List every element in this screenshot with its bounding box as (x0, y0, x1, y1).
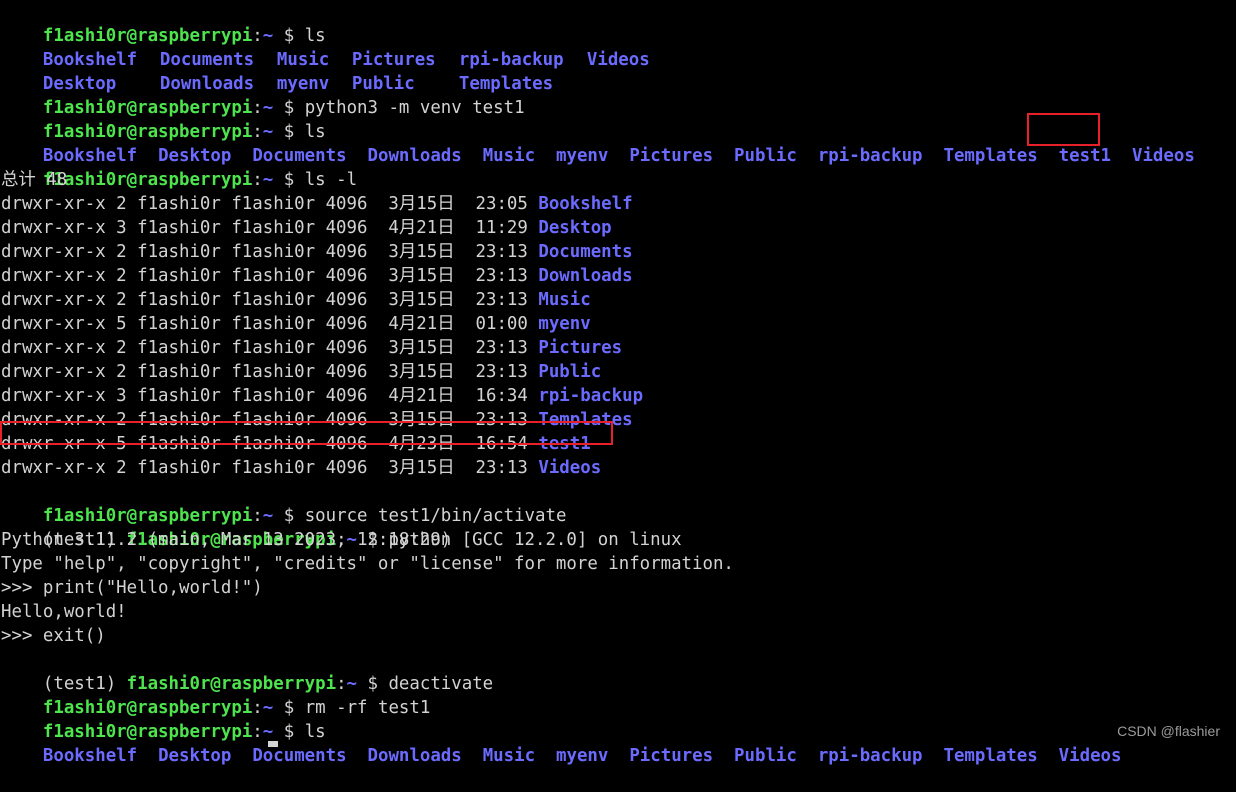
prompt-line: f1ashi0r@raspberrypi:~ $ ls (1, 696, 1235, 742)
file-meta: drwxr-xr-x 2 f1ashi0r f1ashi0r 4096 3月15… (1, 194, 539, 214)
ls-long-row-test1: drwxr-xr-x 5 f1ashi0r f1ashi0r 4096 4月23… (0, 421, 1235, 456)
ls-long-row: drwxr-xr-x 2 f1ashi0r f1ashi0r 4096 3月15… (1, 456, 1235, 480)
watermark: CSDN @flashier (1117, 723, 1220, 739)
text-cursor (268, 741, 278, 747)
highlight-box (0, 421, 613, 445)
dir-entry: Downloads (367, 746, 462, 766)
file-meta: drwxr-xr-x 2 f1ashi0r f1ashi0r 4096 3月15… (1, 458, 539, 478)
dir-entry: Desktop (538, 218, 612, 238)
dir-entry: rpi-backup (538, 386, 644, 406)
prompt-line: f1ashi0r@raspberrypi:~ $ ls -l (1, 144, 1235, 190)
file-meta: drwxr-xr-x 2 f1ashi0r f1ashi0r 4096 3月15… (1, 362, 539, 382)
prompt-line: f1ashi0r@raspberrypi:~ $ ls (1, 0, 1235, 46)
ls-long-row: drwxr-xr-x 2 f1ashi0r f1ashi0r 4096 3月15… (1, 360, 1235, 384)
ls-long-row: drwxr-xr-x 2 f1ashi0r f1ashi0r 4096 3月15… (1, 192, 1235, 216)
dir-entry: Documents (252, 746, 347, 766)
ls-long-row: drwxr-xr-x 5 f1ashi0r f1ashi0r 4096 4月21… (1, 312, 1235, 336)
dir-entry: myenv (556, 746, 609, 766)
prompt-line-venv: (test1) f1ashi0r@raspberrypi:~ $ python (1, 504, 1235, 550)
dir-entry: myenv (538, 314, 591, 334)
file-meta: drwxr-xr-x 2 f1ashi0r f1ashi0r 4096 3月15… (1, 290, 539, 310)
ls-long-row: drwxr-xr-x 2 f1ashi0r f1ashi0r 4096 3月15… (1, 240, 1235, 264)
terminal-window[interactable]: f1ashi0r@raspberrypi:~ $ ls Bookshelf Doc… (0, 0, 1235, 766)
dir-entry: rpi-backup (817, 746, 923, 766)
ls-long-row: drwxr-xr-x 2 f1ashi0r f1ashi0r 4096 3月15… (1, 264, 1235, 288)
ls-output-row: Bookshelf Desktop Documents Downloads Mu… (1, 720, 1235, 766)
ls-long-row: drwxr-xr-x 3 f1ashi0r f1ashi0r 4096 4月21… (1, 384, 1235, 408)
file-meta: drwxr-xr-x 2 f1ashi0r f1ashi0r 4096 3月15… (1, 266, 539, 286)
dir-entry: Music (538, 290, 591, 310)
file-meta: drwxr-xr-x 2 f1ashi0r f1ashi0r 4096 3月15… (1, 242, 539, 262)
ls-output-row: Bookshelf Desktop Documents Downloads Mu… (1, 113, 1235, 166)
ls-long-row: drwxr-xr-x 2 f1ashi0r f1ashi0r 4096 3月15… (1, 336, 1235, 360)
dir-entry: Pictures (629, 746, 714, 766)
file-meta: drwxr-xr-x 2 f1ashi0r f1ashi0r 4096 3月15… (1, 338, 539, 358)
dir-entry: Public (538, 362, 602, 382)
dir-entry: Videos (1058, 746, 1122, 766)
dir-entry: Desktop (158, 746, 232, 766)
file-meta: drwxr-xr-x 5 f1ashi0r f1ashi0r 4096 4月21… (1, 314, 539, 334)
python-banner: Python 3.11.2 (main, Mar 13 2023, 12:18:… (1, 530, 682, 550)
highlight-box (1027, 113, 1100, 146)
prompt-line: f1ashi0r@raspberrypi:~ $ rm -rf test1 (1, 672, 1235, 718)
python-input: >>> print("Hello,world!") (1, 578, 263, 598)
file-meta: drwxr-xr-x 3 f1ashi0r f1ashi0r 4096 4月21… (1, 218, 539, 238)
dir-entry: Documents (538, 242, 633, 262)
prompt-line: f1ashi0r@raspberrypi:~ $ python3 -m venv… (1, 72, 1235, 118)
ls-long-row: drwxr-xr-x 2 f1ashi0r f1ashi0r 4096 3月15… (1, 288, 1235, 312)
dir-entry: Templates (943, 746, 1038, 766)
dir-entry: Bookshelf (538, 194, 633, 214)
ls-total: 总计 48 (1, 170, 68, 190)
python-output: Hello,world! (1, 602, 127, 622)
python-input: >>> exit() (1, 626, 106, 646)
file-meta: drwxr-xr-x 3 f1ashi0r f1ashi0r 4096 4月21… (1, 386, 539, 406)
prompt-line: f1ashi0r@raspberrypi:~ $ source test1/bi… (1, 480, 1235, 526)
ls-long-row: drwxr-xr-x 3 f1ashi0r f1ashi0r 4096 4月21… (1, 216, 1235, 240)
dir-entry: Bookshelf (42, 746, 138, 766)
dir-entry: Videos (538, 458, 602, 478)
prompt-line-venv: (test1) f1ashi0r@raspberrypi:~ $ deactiv… (1, 648, 1235, 694)
dir-entry: Music (482, 746, 536, 766)
python-banner: Type "help", "copyright", "credits" or "… (1, 554, 734, 574)
ls-output-row: Bookshelf Documents Music Pictures rpi-backu… (1, 24, 1235, 70)
dir-entry: Downloads (538, 266, 633, 286)
dir-entry: Public (734, 746, 797, 766)
ls-output-row: Desktop Downloads myenv Public Templates (1, 48, 1235, 94)
dir-entry: Pictures (538, 338, 623, 358)
